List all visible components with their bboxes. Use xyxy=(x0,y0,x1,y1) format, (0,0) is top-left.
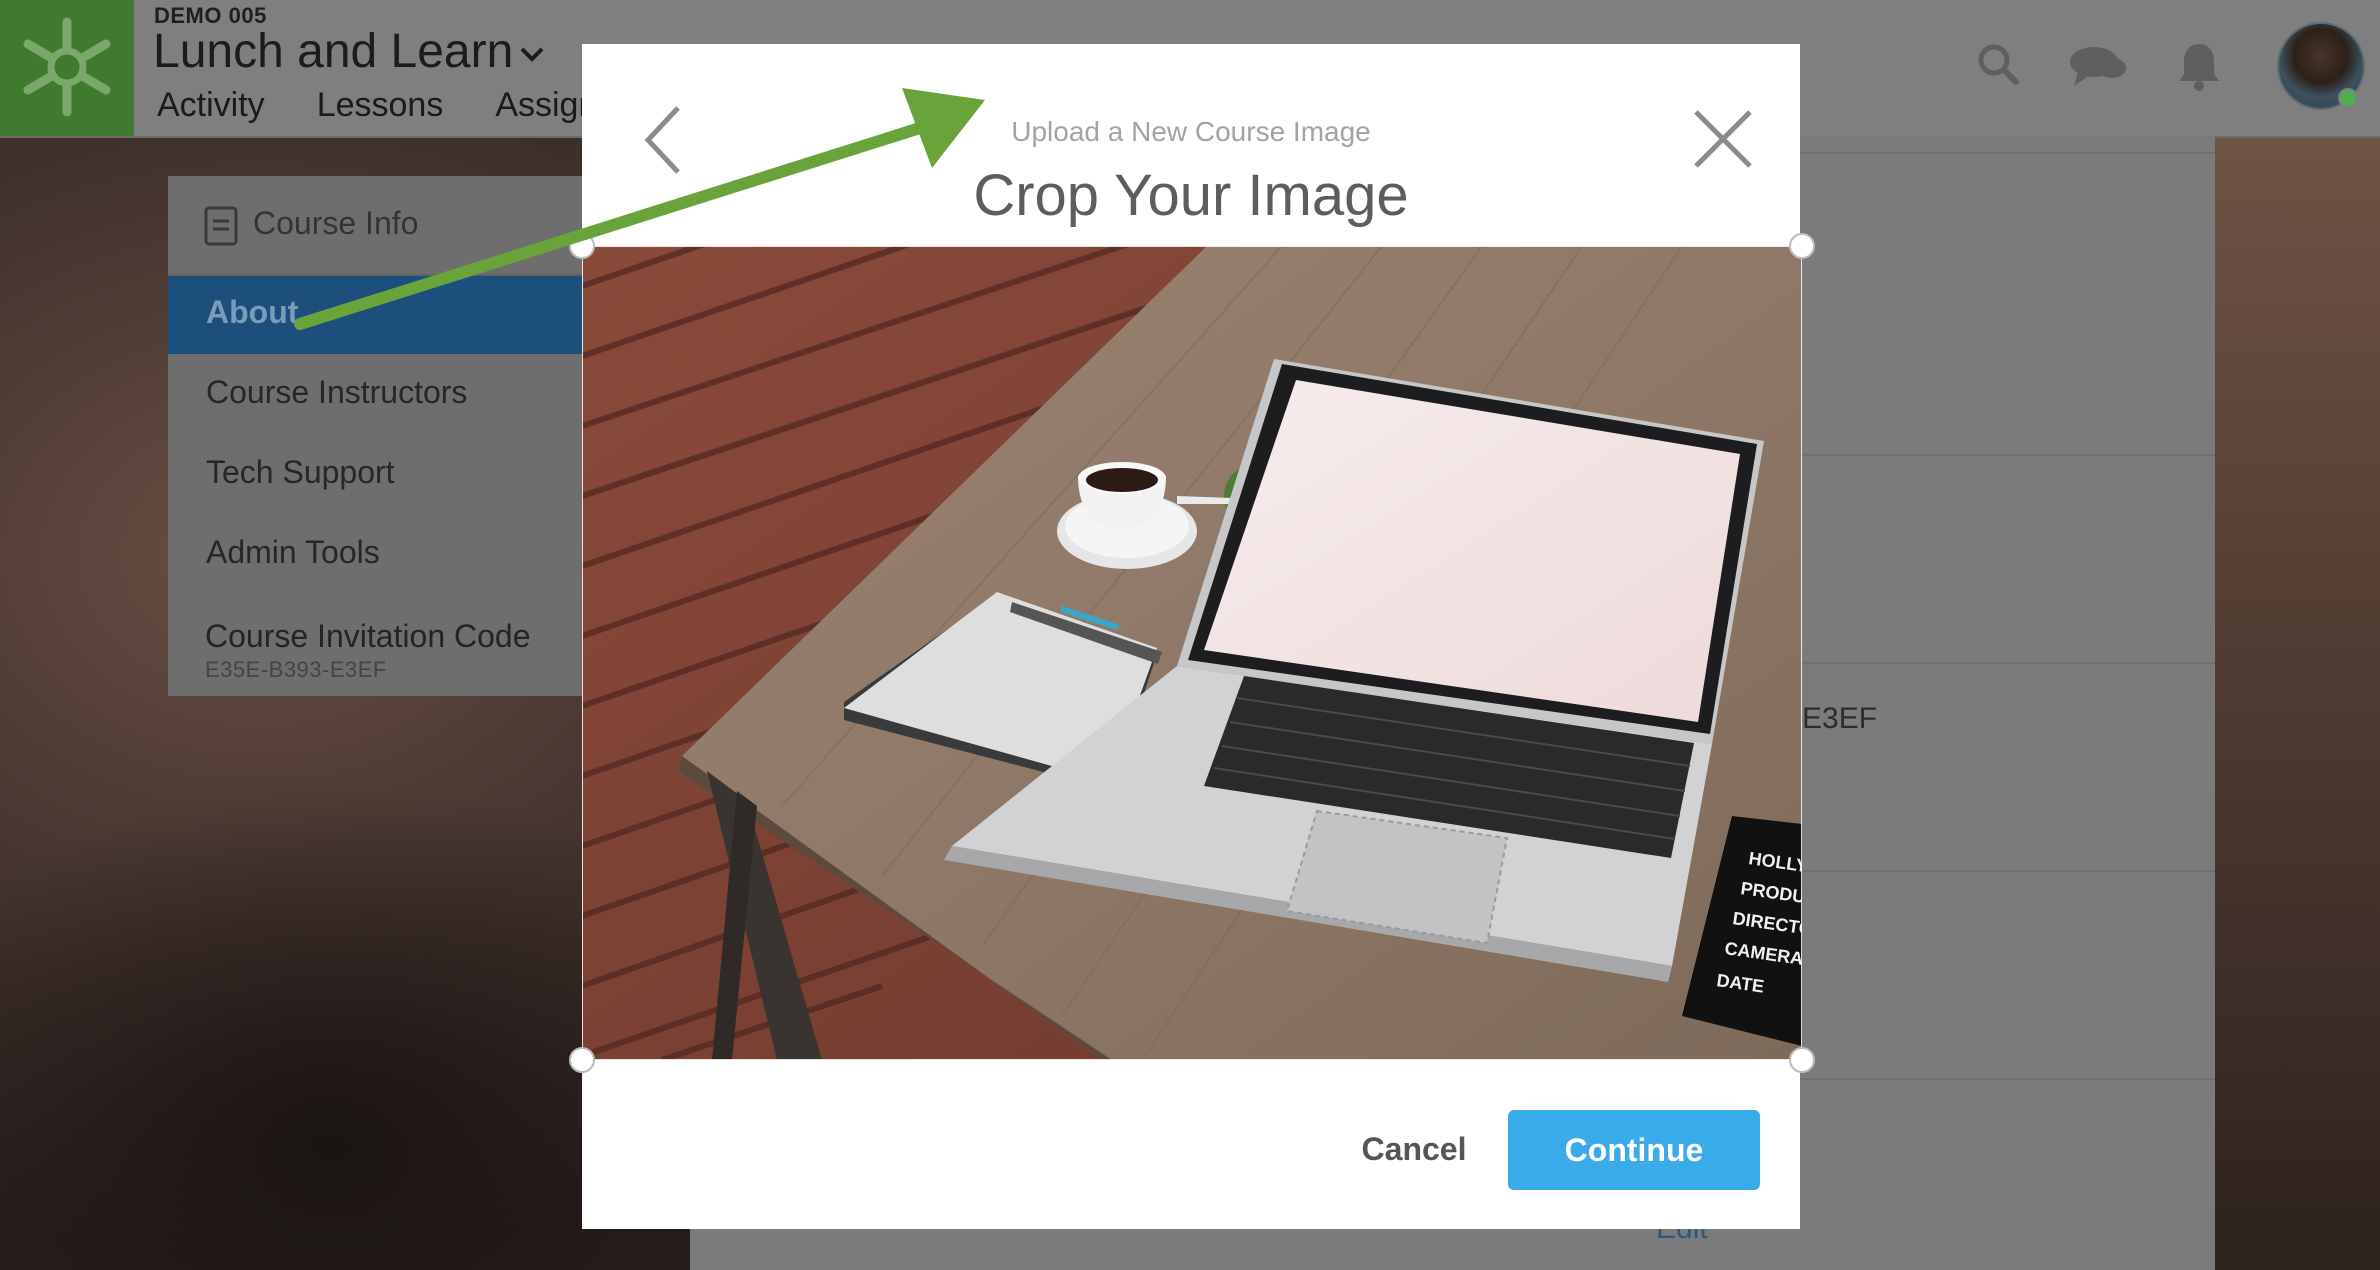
continue-button[interactable]: Continue xyxy=(1508,1110,1760,1190)
sidebar-item-tech-support[interactable]: Tech Support xyxy=(168,436,588,514)
bell-icon[interactable] xyxy=(2176,40,2222,92)
sidebar-item-label: Tech Support xyxy=(206,454,395,490)
sidebar-item-label: Course Instructors xyxy=(206,374,468,410)
crop-handle-top-left[interactable] xyxy=(569,233,595,259)
search-icon[interactable] xyxy=(1976,42,2020,86)
cancel-button[interactable]: Cancel xyxy=(1344,1123,1484,1175)
course-nav: Activity Lessons Assign xyxy=(157,86,649,130)
online-status-dot xyxy=(2338,88,2358,108)
crop-handle-top-right[interactable] xyxy=(1789,233,1815,259)
background-photo-right xyxy=(2215,136,2380,1270)
invitation-code-value: E35E-B393-E3EF xyxy=(205,657,387,682)
course-info-panel: Course Info About Course Instructors Tec… xyxy=(168,176,588,696)
course-switcher[interactable]: Lunch and Learn xyxy=(153,24,545,79)
crop-handle-bottom-left[interactable] xyxy=(569,1047,595,1073)
crop-area[interactable]: HOLLY PRODUC DIRECTO CAMERA DATE xyxy=(569,233,1815,1073)
modal-subtitle: Upload a New Course Image xyxy=(1011,116,1371,147)
invitation-code-fragment: E3EF xyxy=(1802,702,1878,735)
sidebar-item-label: Admin Tools xyxy=(206,534,380,570)
crop-selection-border[interactable] xyxy=(582,246,1802,1060)
chat-icon[interactable] xyxy=(2068,44,2128,88)
document-icon xyxy=(204,206,238,246)
course-info-header: Course Info xyxy=(168,176,588,276)
chevron-down-icon xyxy=(520,47,544,63)
close-icon[interactable] xyxy=(1688,104,1758,174)
sidebar-item-label: About xyxy=(206,294,299,330)
modal-title: Crop Your Image xyxy=(973,163,1409,228)
nav-lessons[interactable]: Lessons xyxy=(317,86,444,130)
nav-activity[interactable]: Activity xyxy=(157,86,265,130)
logo[interactable] xyxy=(0,0,134,136)
sidebar-item-admin-tools[interactable]: Admin Tools xyxy=(168,516,588,594)
sidebar-item-course-instructors[interactable]: Course Instructors xyxy=(168,356,588,434)
sidebar-item-about[interactable]: About xyxy=(168,276,588,354)
course-title: Lunch and Learn xyxy=(153,25,514,78)
course-info-label: Course Info xyxy=(253,205,419,241)
invitation-code-label: Course Invitation Code xyxy=(205,618,531,654)
logo-icon xyxy=(23,17,111,117)
crop-handle-bottom-right[interactable] xyxy=(1789,1047,1815,1073)
